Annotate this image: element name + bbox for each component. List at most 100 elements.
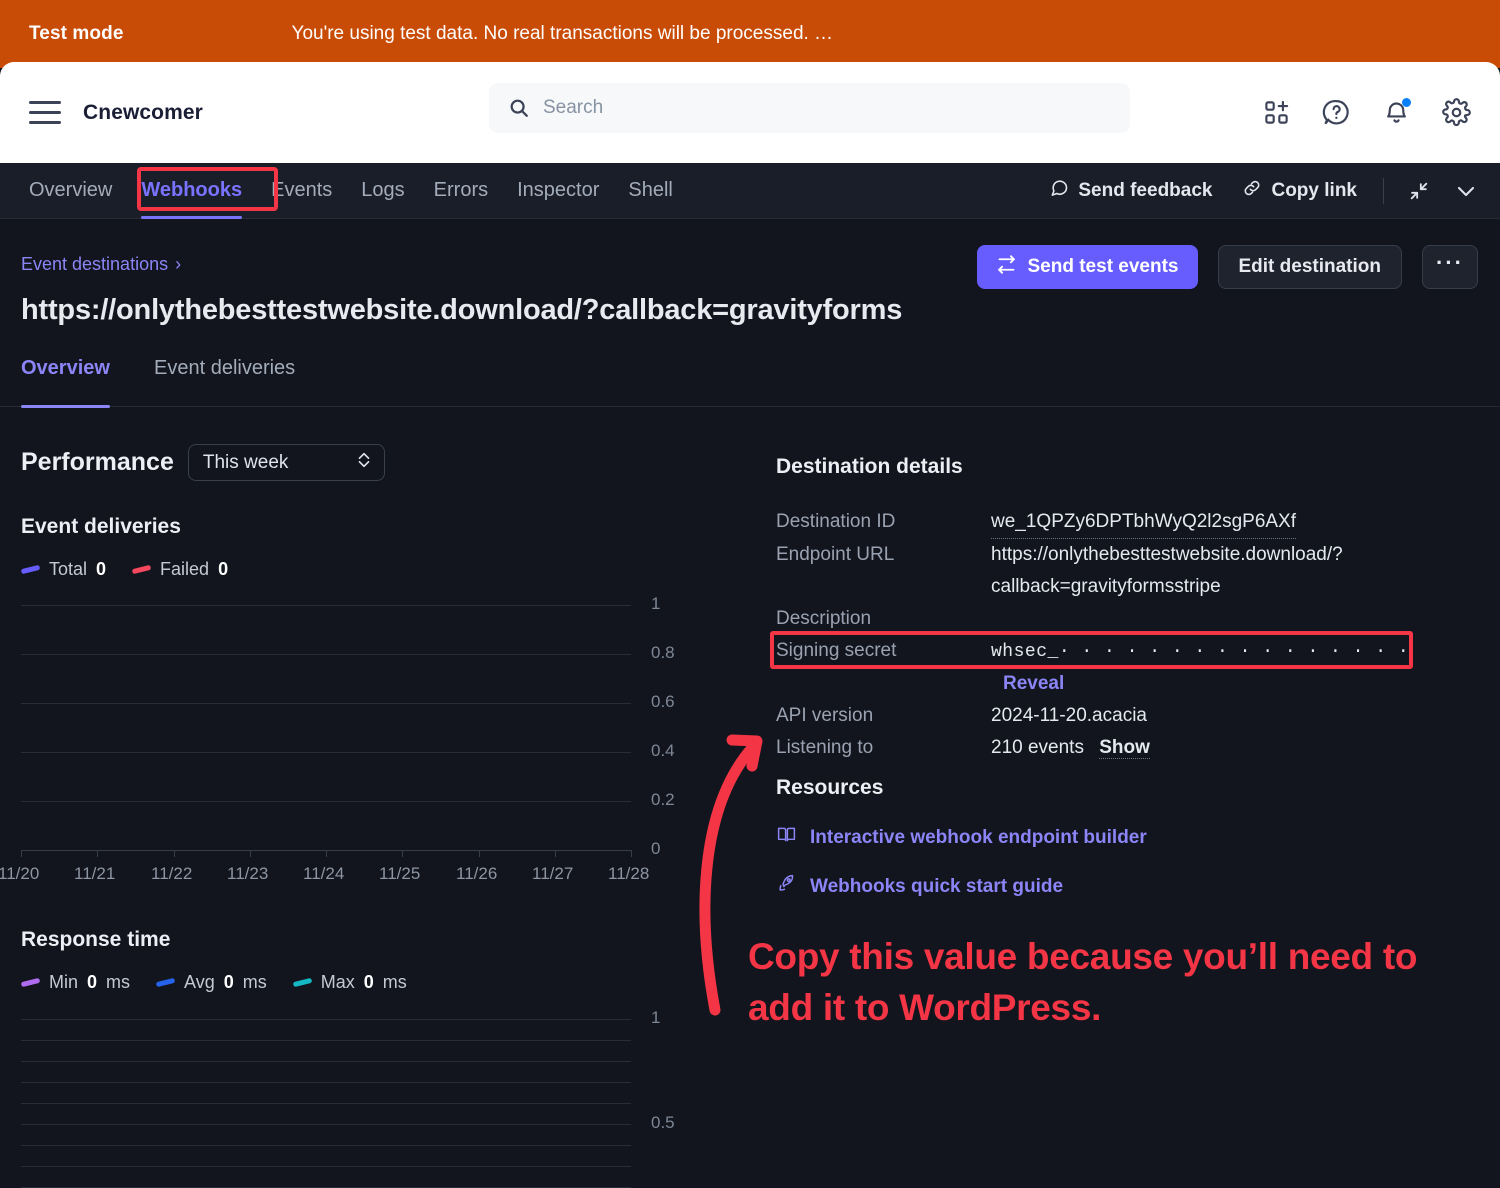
legend-label-total: Total [49, 559, 88, 579]
breadcrumb-label: Event destinations [21, 254, 169, 274]
chevron-updown-icon [356, 451, 372, 475]
x-axis-tickmark [97, 850, 98, 857]
notifications-icon[interactable] [1378, 95, 1414, 131]
legend-swatch-max [292, 977, 313, 988]
test-mode-message: You're using test data. No real transact… [291, 23, 834, 44]
page-header-actions: Send test events Edit destination ··· [976, 245, 1478, 289]
tab-events[interactable]: Events [271, 163, 332, 219]
legend-value-total: 0 [96, 559, 107, 579]
more-options-button[interactable]: ··· [1422, 245, 1478, 289]
edit-destination-button[interactable]: Edit destination [1217, 245, 1402, 289]
collapse-icon[interactable] [1408, 180, 1430, 202]
tab-inspector[interactable]: Inspector [517, 163, 599, 219]
x-axis-tickmark [402, 850, 403, 857]
x-axis-tickmark [479, 850, 480, 857]
workbench-nav: Overview Webhooks Events Logs Errors Ins… [0, 163, 1500, 219]
gridline [21, 1040, 631, 1041]
detail-value-signing-secret: whsec_· · · · · · · · · · · · · · · · Re… [991, 635, 1476, 700]
account-name[interactable]: Cnewcomer [83, 101, 203, 125]
help-icon[interactable] [1318, 95, 1354, 131]
show-events-button[interactable]: Show [1099, 737, 1150, 759]
x-axis-tickmark [174, 850, 175, 857]
event-deliveries-chart: 1 0.8 0.6 0.4 0.2 0 [21, 594, 675, 858]
x-axis-tickmark [21, 850, 22, 857]
gridline [21, 605, 631, 606]
send-feedback-button[interactable]: Send feedback [1049, 178, 1212, 204]
legend-unit-max: ms [382, 972, 407, 992]
resource-link-endpoint-builder[interactable]: Interactive webhook endpoint builder [776, 824, 1147, 851]
gridline [21, 654, 631, 655]
workbench-tab-list: Overview Webhooks Events Logs Errors Ins… [0, 163, 673, 219]
breadcrumb-chevron-icon: › [175, 254, 182, 274]
time-range-select[interactable]: This week [187, 444, 386, 481]
gridline [21, 1019, 631, 1020]
y-axis-tick-label: 0.4 [651, 741, 675, 760]
add-grid-icon[interactable] [1258, 95, 1294, 131]
detail-value-destination-id[interactable]: we_1QPZy6DPTbhWyQ2l2sgP6AXf [991, 506, 1297, 539]
send-test-events-label: Send test events [1027, 256, 1179, 277]
tab-shell[interactable]: Shell [628, 163, 672, 219]
listening-to-count: 210 events [991, 737, 1084, 758]
legend-value-min: 0 [87, 972, 98, 992]
subtab-event-deliveries[interactable]: Event deliveries [154, 355, 295, 407]
detail-row-destination-id: Destination ID we_1QPZy6DPTbhWyQ2l2sgP6A… [776, 506, 1476, 539]
resource-link-quick-start[interactable]: Webhooks quick start guide [776, 873, 1147, 900]
detail-row-endpoint-url: Endpoint URL https://onlythebesttestwebs… [776, 539, 1476, 603]
tab-overview[interactable]: Overview [29, 163, 112, 219]
legend-swatch-failed [131, 564, 152, 575]
send-test-events-button[interactable]: Send test events [976, 245, 1198, 289]
page-title: https://onlythebesttestwebsite.download/… [21, 294, 903, 326]
event-deliveries-title: Event deliveries [21, 515, 181, 538]
signing-secret-mask: · · · · · · · · · · · · · · · · [1058, 642, 1410, 662]
legend-unit-min: ms [106, 972, 131, 992]
response-time-chart: 1 0.5 [21, 1008, 675, 1188]
legend-swatch-total [20, 564, 41, 575]
test-mode-label: Test mode [29, 23, 124, 44]
detail-value-endpoint-url: https://onlythebesttestwebsite.download/… [991, 544, 1343, 597]
x-axis-tickmark [631, 850, 632, 857]
destination-details-title: Destination details [776, 455, 963, 478]
chat-bubble-icon [1049, 178, 1069, 204]
resources-list: Interactive webhook endpoint builder Web… [776, 824, 1147, 900]
x-axis-tickmark [250, 850, 251, 857]
breadcrumb[interactable]: Event destinations › [21, 254, 181, 275]
legend-item-failed: Failed 0 [131, 559, 228, 580]
app-header: Cnewcomer [0, 62, 1500, 163]
sub-tab-list: Overview Event deliveries [0, 355, 1500, 408]
search-input[interactable] [543, 97, 1063, 119]
gridline [21, 1124, 631, 1125]
menu-icon[interactable] [29, 100, 61, 125]
y-axis-tick-label: 0 [651, 839, 661, 858]
legend-item-min: Min 0 ms [20, 972, 131, 993]
gridline [21, 1166, 631, 1167]
detail-label-signing-secret: Signing secret [776, 640, 897, 661]
rocket-icon [776, 873, 797, 900]
performance-title: Performance [21, 448, 174, 476]
gridline [21, 801, 631, 802]
tab-errors[interactable]: Errors [434, 163, 488, 219]
reveal-secret-button[interactable]: Reveal [1003, 673, 1064, 694]
tab-logs[interactable]: Logs [361, 163, 404, 219]
legend-label-avg: Avg [184, 972, 215, 992]
detail-label-destination-id: Destination ID [776, 511, 896, 532]
chevron-down-icon[interactable] [1454, 179, 1478, 203]
gridline [21, 1103, 631, 1104]
search-bar[interactable] [489, 83, 1130, 133]
copy-link-button[interactable]: Copy link [1242, 178, 1357, 204]
resource-label-quick-start: Webhooks quick start guide [810, 875, 1064, 897]
event-deliveries-legend: Total 0 Failed 0 [20, 559, 228, 580]
notification-badge-dot [1402, 97, 1411, 107]
subtab-overview[interactable]: Overview [21, 355, 110, 408]
y-axis-tick-label: 1 [651, 594, 661, 613]
detail-row-description: Description [776, 603, 1476, 635]
y-axis-tick-label: 0.5 [651, 1113, 675, 1132]
tab-webhooks[interactable]: Webhooks [141, 163, 242, 219]
legend-unit-avg: ms [242, 972, 267, 992]
legend-value-avg: 0 [223, 972, 234, 992]
gridline [21, 703, 631, 704]
copy-link-label: Copy link [1271, 180, 1357, 201]
resource-label-endpoint-builder: Interactive webhook endpoint builder [810, 826, 1147, 848]
settings-icon[interactable] [1438, 95, 1474, 131]
performance-header: Performance This week [21, 444, 386, 481]
legend-label-failed: Failed [160, 559, 210, 579]
